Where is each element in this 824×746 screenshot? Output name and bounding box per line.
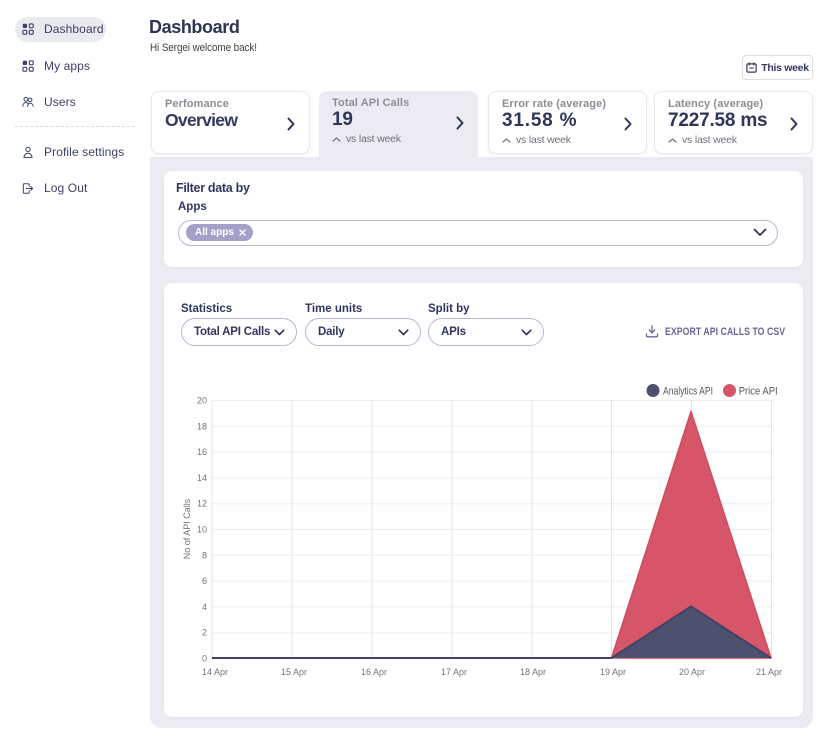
svg-text:19 Apr: 19 Apr [600, 667, 626, 677]
svg-text:16 Apr: 16 Apr [361, 667, 387, 677]
svg-text:4: 4 [202, 602, 207, 612]
svg-text:15 Apr: 15 Apr [281, 667, 307, 677]
svg-text:14 Apr: 14 Apr [202, 667, 228, 677]
svg-text:14: 14 [197, 473, 207, 483]
svg-text:No of API Calls: No of API Calls [182, 498, 192, 559]
svg-text:10: 10 [197, 525, 207, 535]
svg-text:6: 6 [202, 576, 207, 586]
svg-text:16: 16 [197, 447, 207, 457]
svg-text:8: 8 [202, 550, 207, 560]
svg-text:17 Apr: 17 Apr [441, 667, 467, 677]
svg-text:Price API: Price API [739, 386, 778, 398]
svg-text:20: 20 [197, 396, 207, 406]
svg-text:0: 0 [202, 654, 207, 664]
svg-text:21 Apr: 21 Apr [756, 667, 782, 677]
svg-text:Analytics API: Analytics API [663, 386, 713, 398]
svg-text:20 Apr: 20 Apr [679, 667, 705, 677]
svg-text:18: 18 [197, 421, 207, 431]
svg-text:18 Apr: 18 Apr [520, 667, 546, 677]
svg-text:12: 12 [197, 499, 207, 509]
svg-text:2: 2 [202, 628, 207, 638]
